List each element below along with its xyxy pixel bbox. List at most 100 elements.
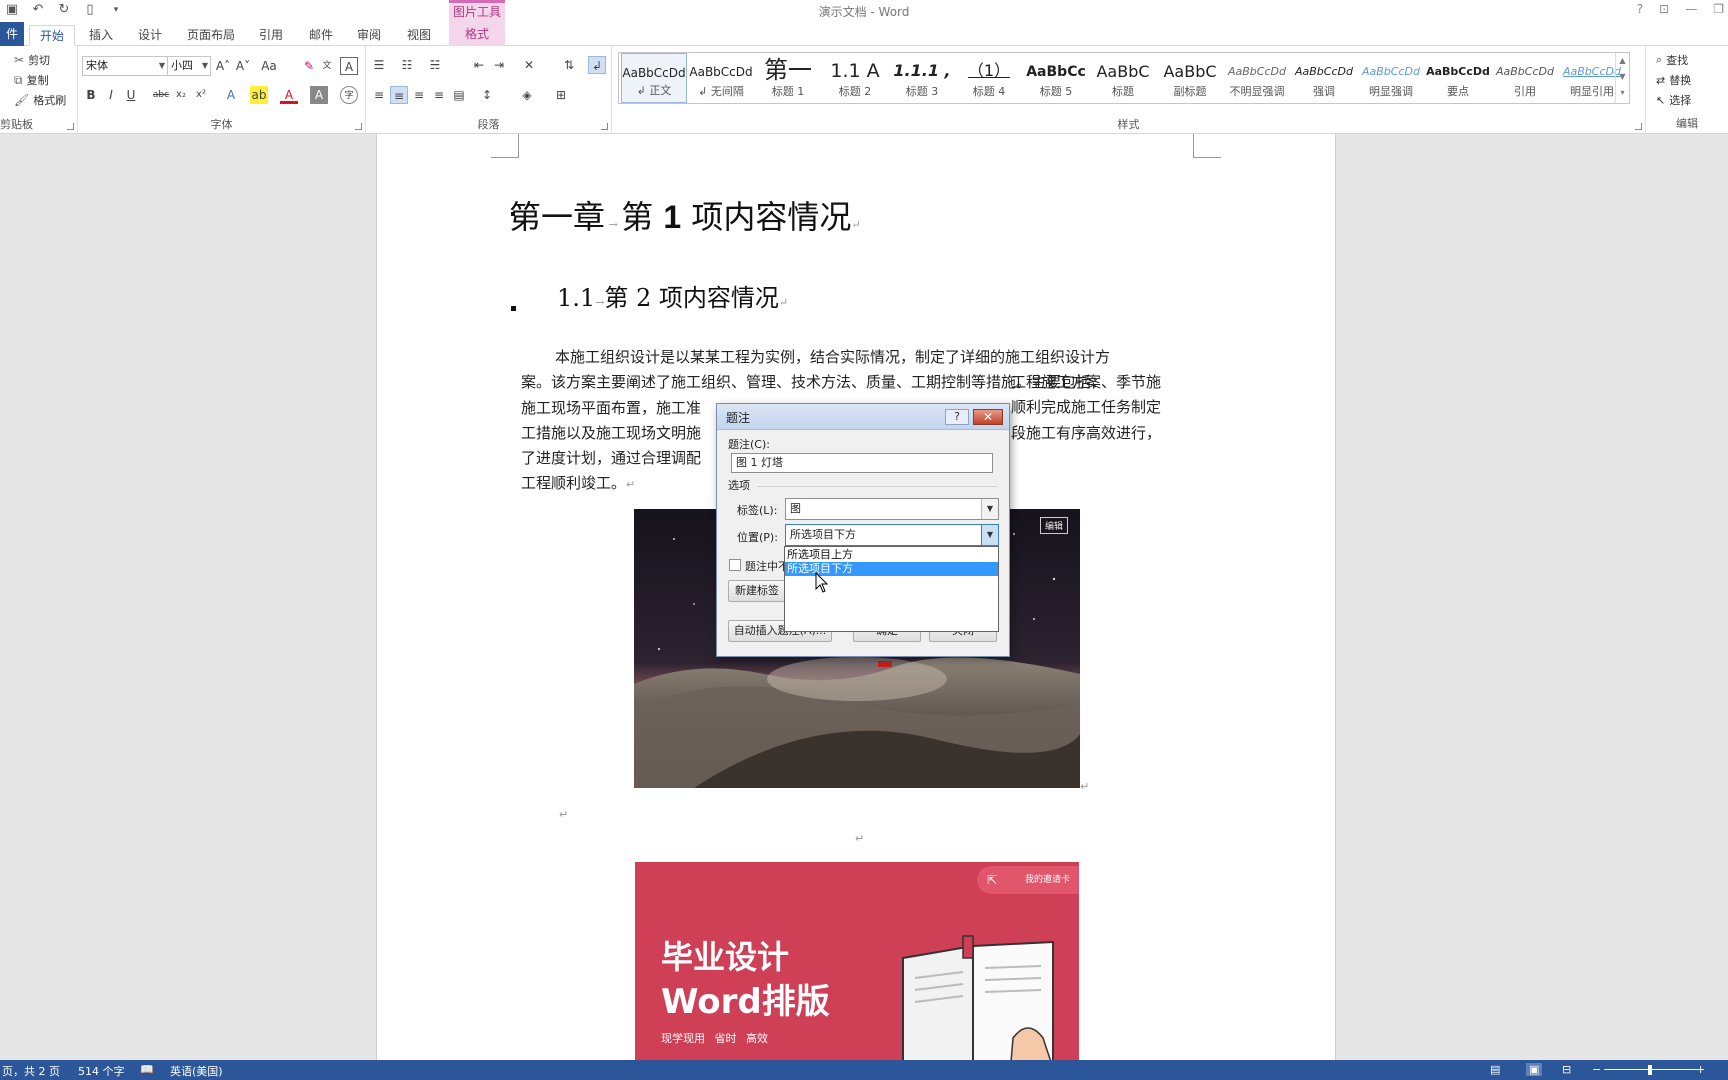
borders-icon[interactable]: ⊞ xyxy=(552,86,570,104)
style-heading-3[interactable]: 1.1.1 , 标题 3 xyxy=(889,53,955,103)
word-count[interactable]: 514 个字 xyxy=(78,1063,125,1079)
strikethrough-icon[interactable]: abc xyxy=(152,86,170,104)
highlight-icon[interactable]: ab xyxy=(250,86,268,104)
superscript-icon[interactable]: x² xyxy=(192,86,210,104)
exclude-label-checkbox[interactable] xyxy=(729,559,741,571)
align-right-icon[interactable]: ≡ xyxy=(410,86,428,104)
align-left-icon[interactable]: ≡ xyxy=(370,86,388,104)
bold-icon[interactable]: B xyxy=(82,86,100,104)
proofing-icon[interactable]: 📖 xyxy=(140,1063,154,1076)
paragraph-launcher[interactable] xyxy=(601,123,608,130)
find-button[interactable]: ⌕ 查找 xyxy=(1656,52,1688,68)
tab-review[interactable]: 审阅 xyxy=(352,25,386,46)
font-color-icon[interactable]: A xyxy=(280,86,298,104)
zoom-out-icon[interactable]: − xyxy=(1592,1063,1601,1076)
close-button[interactable]: ✕ xyxy=(973,409,1003,425)
align-center-icon[interactable]: ≡ xyxy=(390,86,408,104)
cut-button[interactable]: ✂ 剪切 xyxy=(14,52,50,68)
chevron-down-icon[interactable]: ▼ xyxy=(981,499,998,519)
style-subtitle[interactable]: AaBbC 副标题 xyxy=(1157,53,1223,103)
subscript-icon[interactable]: x₂ xyxy=(172,86,190,104)
grow-font-icon[interactable]: A˄ xyxy=(214,57,232,75)
style-normal[interactable]: AaBbCcDd ↲ 正文 xyxy=(621,53,687,103)
language[interactable]: 英语(美国) xyxy=(170,1063,223,1079)
read-mode-icon[interactable]: ▤ xyxy=(1490,1063,1500,1076)
tab-references[interactable]: 引用 xyxy=(254,25,288,46)
style-no-spacing[interactable]: AaBbCcDd ↲ 无间隔 xyxy=(688,53,754,103)
distributed-icon[interactable]: ▤ xyxy=(450,86,468,104)
heading-1[interactable]: 第一章 → 第 1 项内容情况↵ xyxy=(509,192,861,238)
shrink-font-icon[interactable]: A˅ xyxy=(234,57,252,75)
style-heading-2[interactable]: 1.1 A 标题 2 xyxy=(822,53,888,103)
phonetic-guide-icon[interactable]: 文 xyxy=(318,57,336,75)
tab-design[interactable]: 设计 xyxy=(133,25,167,46)
style-intense-emphasis[interactable]: AaBbCcDd 明显强调 xyxy=(1358,53,1424,103)
print-layout-icon[interactable]: ▣ xyxy=(1526,1063,1543,1076)
increase-indent-icon[interactable]: ⇥ xyxy=(490,56,508,74)
style-emphasis[interactable]: AaBbCcDd 强调 xyxy=(1291,53,1357,103)
select-button[interactable]: ↖ 选择 xyxy=(1656,92,1691,108)
copy-button[interactable]: ⧉ 复制 xyxy=(14,72,49,88)
ribbon-display-icon[interactable]: ⊡ xyxy=(1659,2,1669,16)
tab-format[interactable]: 格式 xyxy=(449,22,505,46)
font-name-combo[interactable]: 宋体 ▼ xyxy=(82,56,168,76)
tab-file[interactable]: 件 xyxy=(0,22,24,46)
tab-insert[interactable]: 插入 xyxy=(84,25,118,46)
gallery-more-icon[interactable]: ▾ xyxy=(1616,85,1629,101)
multilevel-list-icon[interactable]: ☵ xyxy=(426,56,444,74)
zoom-slider[interactable] xyxy=(1604,1069,1700,1070)
style-heading-1[interactable]: 第一 标题 1 xyxy=(755,53,821,103)
line-spacing-icon[interactable]: ↕ xyxy=(478,86,496,104)
font-size-combo[interactable]: 小四 ▼ xyxy=(167,56,211,76)
underline-icon[interactable]: U xyxy=(122,86,140,104)
enclose-char-icon[interactable]: 字 xyxy=(340,86,358,104)
style-strong[interactable]: AaBbCcDd 要点 xyxy=(1425,53,1491,103)
scroll-down-icon[interactable]: ▼ xyxy=(1616,69,1629,85)
italic-icon[interactable]: I xyxy=(102,86,120,104)
new-label-button[interactable]: 新建标签 xyxy=(728,580,786,602)
replace-button[interactable]: ⇄ 替换 xyxy=(1656,72,1691,88)
web-layout-icon[interactable]: ⊟ xyxy=(1562,1063,1571,1076)
help-button[interactable]: ? xyxy=(945,409,969,425)
chevron-down-icon[interactable]: ▼ xyxy=(981,525,998,545)
caption-input[interactable]: 图 1 灯塔 xyxy=(731,453,993,473)
promo-image[interactable]: ⇱ 我的邀请卡 毕业设计 Word排版 现学现用 省时 高效 xyxy=(635,862,1079,1060)
text-effects-icon[interactable]: A xyxy=(222,86,240,104)
label-select[interactable]: 图 ▼ xyxy=(785,498,999,520)
change-case-icon[interactable]: Aa xyxy=(260,57,278,75)
style-heading-5[interactable]: AaBbCc 标题 5 xyxy=(1023,53,1089,103)
position-option-above[interactable]: 所选项目上方 xyxy=(785,548,998,562)
clear-format-icon[interactable]: ✎ xyxy=(300,57,318,75)
sort-icon[interactable]: ⇅ xyxy=(560,56,578,74)
page-count[interactable]: 页，共 2 页 xyxy=(2,1063,60,1079)
zoom-in-icon[interactable]: + xyxy=(1696,1063,1705,1076)
tab-view[interactable]: 视图 xyxy=(402,25,436,46)
position-select[interactable]: 所选项目下方 ▼ xyxy=(785,524,999,546)
char-shading-icon[interactable]: A xyxy=(310,86,328,104)
char-border-icon[interactable]: A xyxy=(340,57,358,75)
image-edit-badge[interactable]: 编辑 xyxy=(1039,517,1068,534)
tab-mailings[interactable]: 邮件 xyxy=(304,25,338,46)
style-title[interactable]: AaBbC 标题 xyxy=(1090,53,1156,103)
tab-page-layout[interactable]: 页面布局 xyxy=(184,25,238,46)
show-marks-icon[interactable]: ↲ xyxy=(588,56,606,74)
help-icon[interactable]: ? xyxy=(1637,2,1643,16)
style-heading-4[interactable]: （1） 标题 4 xyxy=(956,53,1022,103)
heading-2[interactable]: 1.1→第 2 项内容情况↵ xyxy=(557,278,788,313)
font-launcher[interactable] xyxy=(355,123,362,130)
asian-layout-icon[interactable]: ✕ xyxy=(520,56,538,74)
clipboard-launcher[interactable] xyxy=(67,123,74,130)
scroll-up-icon[interactable]: ▲ xyxy=(1616,53,1629,69)
dialog-title-bar[interactable]: 题注 ? ✕ xyxy=(717,404,1009,430)
style-quote[interactable]: AaBbCcDd 引用 xyxy=(1492,53,1558,103)
decrease-indent-icon[interactable]: ⇤ xyxy=(470,56,488,74)
restore-icon[interactable]: ❐ xyxy=(1713,2,1724,16)
tab-home[interactable]: 开始 xyxy=(29,25,75,46)
bullets-icon[interactable]: ☰ xyxy=(370,56,388,74)
gallery-scroll[interactable]: ▲ ▼ ▾ xyxy=(1615,53,1629,103)
format-painter-button[interactable]: 🖌 格式刷 xyxy=(14,92,66,108)
numbering-icon[interactable]: ☷ xyxy=(398,56,416,74)
zoom-slider-thumb[interactable] xyxy=(1648,1065,1652,1075)
styles-launcher[interactable] xyxy=(1635,123,1642,130)
justify-icon[interactable]: ≡ xyxy=(430,86,448,104)
